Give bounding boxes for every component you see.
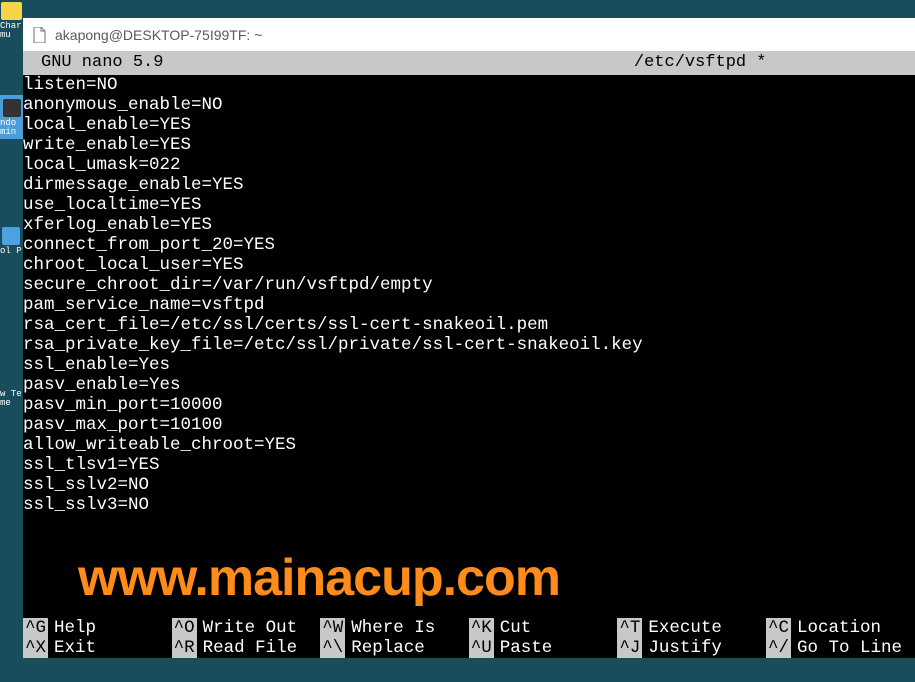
config-line[interactable]: pasv_max_port=10100 xyxy=(23,415,915,435)
shortcut-item[interactable]: ^OWrite Out xyxy=(172,618,321,638)
config-line[interactable]: allow_writeable_chroot=YES xyxy=(23,435,915,455)
shortcut-label: Replace xyxy=(345,638,425,658)
config-line[interactable]: ssl_tlsv1=YES xyxy=(23,455,915,475)
config-line[interactable]: rsa_cert_file=/etc/ssl/certs/ssl-cert-sn… xyxy=(23,315,915,335)
shortcut-item[interactable]: ^XExit xyxy=(23,638,172,658)
shortcut-key: ^K xyxy=(469,618,494,638)
shortcut-label: Where Is xyxy=(345,618,435,638)
shortcut-label: Read File xyxy=(197,638,298,658)
shortcut-label: Help xyxy=(48,618,96,638)
terminal-window: akapong@DESKTOP-75I99TF: ~ GNU nano 5.9 … xyxy=(23,18,915,658)
config-line[interactable]: use_localtime=YES xyxy=(23,195,915,215)
shortcut-label: Justify xyxy=(642,638,722,658)
shortcut-key: ^/ xyxy=(766,638,791,658)
shortcut-row-2: ^XExit^RRead File^\Replace^UPaste^JJusti… xyxy=(23,638,915,658)
config-line[interactable]: pam_service_name=vsftpd xyxy=(23,295,915,315)
shortcut-key: ^X xyxy=(23,638,48,658)
shortcut-item[interactable]: ^/Go To Line xyxy=(766,638,915,658)
config-line[interactable]: rsa_private_key_file=/etc/ssl/private/ss… xyxy=(23,335,915,355)
config-line[interactable]: secure_chroot_dir=/var/run/vsftpd/empty xyxy=(23,275,915,295)
config-line[interactable]: listen=NO xyxy=(23,75,915,95)
shortcut-key: ^W xyxy=(320,618,345,638)
shortcut-item[interactable]: ^JJustify xyxy=(617,638,766,658)
config-line[interactable]: connect_from_port_20=YES xyxy=(23,235,915,255)
config-line[interactable]: ssl_enable=Yes xyxy=(23,355,915,375)
shortcut-key: ^J xyxy=(617,638,642,658)
shortcut-item[interactable]: ^CLocation xyxy=(766,618,915,638)
shortcut-item[interactable]: ^\Replace xyxy=(320,638,469,658)
editor-content[interactable]: listen=NOanonymous_enable=NOlocal_enable… xyxy=(23,75,915,515)
desktop-icon-2[interactable]: ndo min xyxy=(0,95,23,139)
config-line[interactable]: ssl_sslv3=NO xyxy=(23,495,915,515)
shortcut-item[interactable]: ^UPaste xyxy=(469,638,618,658)
config-line[interactable]: pasv_enable=Yes xyxy=(23,375,915,395)
shortcut-item[interactable]: ^TExecute xyxy=(617,618,766,638)
shortcut-label: Write Out xyxy=(197,618,298,638)
shortcut-key: ^R xyxy=(172,638,197,658)
nano-filename: /etc/vsftpd * xyxy=(163,51,907,75)
document-icon xyxy=(31,27,47,43)
shortcut-item[interactable]: ^RRead File xyxy=(172,638,321,658)
shortcut-key: ^O xyxy=(172,618,197,638)
config-line[interactable]: anonymous_enable=NO xyxy=(23,95,915,115)
config-line[interactable]: local_enable=YES xyxy=(23,115,915,135)
shortcut-key: ^T xyxy=(617,618,642,638)
config-line[interactable]: ssl_sslv2=NO xyxy=(23,475,915,495)
config-line[interactable]: xferlog_enable=YES xyxy=(23,215,915,235)
desktop-icon-1[interactable]: Char mu xyxy=(0,0,23,40)
config-line[interactable]: chroot_local_user=YES xyxy=(23,255,915,275)
desktop-icon-3[interactable]: ol P xyxy=(0,225,22,256)
shortcut-row-1: ^GHelp^OWrite Out^WWhere Is^KCut^TExecut… xyxy=(23,618,915,638)
shortcut-label: Paste xyxy=(494,638,553,658)
config-line[interactable]: write_enable=YES xyxy=(23,135,915,155)
shortcut-key: ^\ xyxy=(320,638,345,658)
shortcut-key: ^G xyxy=(23,618,48,638)
shortcut-label: Exit xyxy=(48,638,96,658)
shortcut-label: Location xyxy=(791,618,881,638)
shortcut-label: Go To Line xyxy=(791,638,902,658)
shortcut-item[interactable]: ^WWhere Is xyxy=(320,618,469,638)
shortcut-key: ^U xyxy=(469,638,494,658)
watermark-text: www.mainacup.com xyxy=(78,548,560,608)
desktop-background: Char mu ndo min ol P w Te me xyxy=(0,0,23,682)
shortcut-key: ^C xyxy=(766,618,791,638)
nano-footer: ^GHelp^OWrite Out^WWhere Is^KCut^TExecut… xyxy=(23,618,915,658)
config-line[interactable]: pasv_min_port=10000 xyxy=(23,395,915,415)
config-line[interactable]: dirmessage_enable=YES xyxy=(23,175,915,195)
shortcut-label: Cut xyxy=(494,618,532,638)
shortcut-label: Execute xyxy=(642,618,722,638)
window-title-bar[interactable]: akapong@DESKTOP-75I99TF: ~ xyxy=(23,18,915,51)
desktop-icon-4[interactable]: w Te me xyxy=(0,390,23,408)
nano-app-title: GNU nano 5.9 xyxy=(31,51,163,75)
shortcut-item[interactable]: ^GHelp xyxy=(23,618,172,638)
config-line[interactable]: local_umask=022 xyxy=(23,155,915,175)
window-title: akapong@DESKTOP-75I99TF: ~ xyxy=(55,27,262,43)
nano-header: GNU nano 5.9 /etc/vsftpd * xyxy=(23,51,915,75)
shortcut-item[interactable]: ^KCut xyxy=(469,618,618,638)
